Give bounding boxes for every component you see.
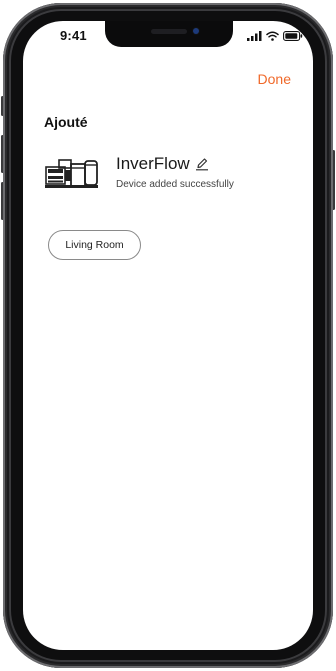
device-name-label: InverFlow <box>116 154 190 173</box>
device-row: InverFlow Device added successfully <box>45 154 295 194</box>
wifi-icon <box>266 31 279 41</box>
done-button[interactable]: Done <box>258 71 291 87</box>
app-screen: 9:41 Done Ajouté InverFlow Device added … <box>23 21 313 650</box>
room-chip-label: Living Room <box>65 239 124 251</box>
device-status-text: Device added successfully <box>116 179 234 190</box>
status-time: 9:41 <box>60 28 87 43</box>
pencil-edit-icon[interactable] <box>195 157 209 171</box>
room-chip-living-room[interactable]: Living Room <box>48 230 141 260</box>
notch <box>105 21 233 47</box>
status-icons <box>247 30 303 42</box>
section-title: Ajouté <box>44 114 88 130</box>
front-camera <box>193 28 199 34</box>
device-name[interactable]: InverFlow <box>116 154 209 174</box>
battery-icon <box>283 31 303 41</box>
speaker-grille <box>151 29 187 34</box>
phone-mockup: 9:41 Done Ajouté InverFlow Device added … <box>0 0 336 671</box>
pump-device-icon <box>45 159 98 188</box>
signal-icon <box>247 31 262 41</box>
